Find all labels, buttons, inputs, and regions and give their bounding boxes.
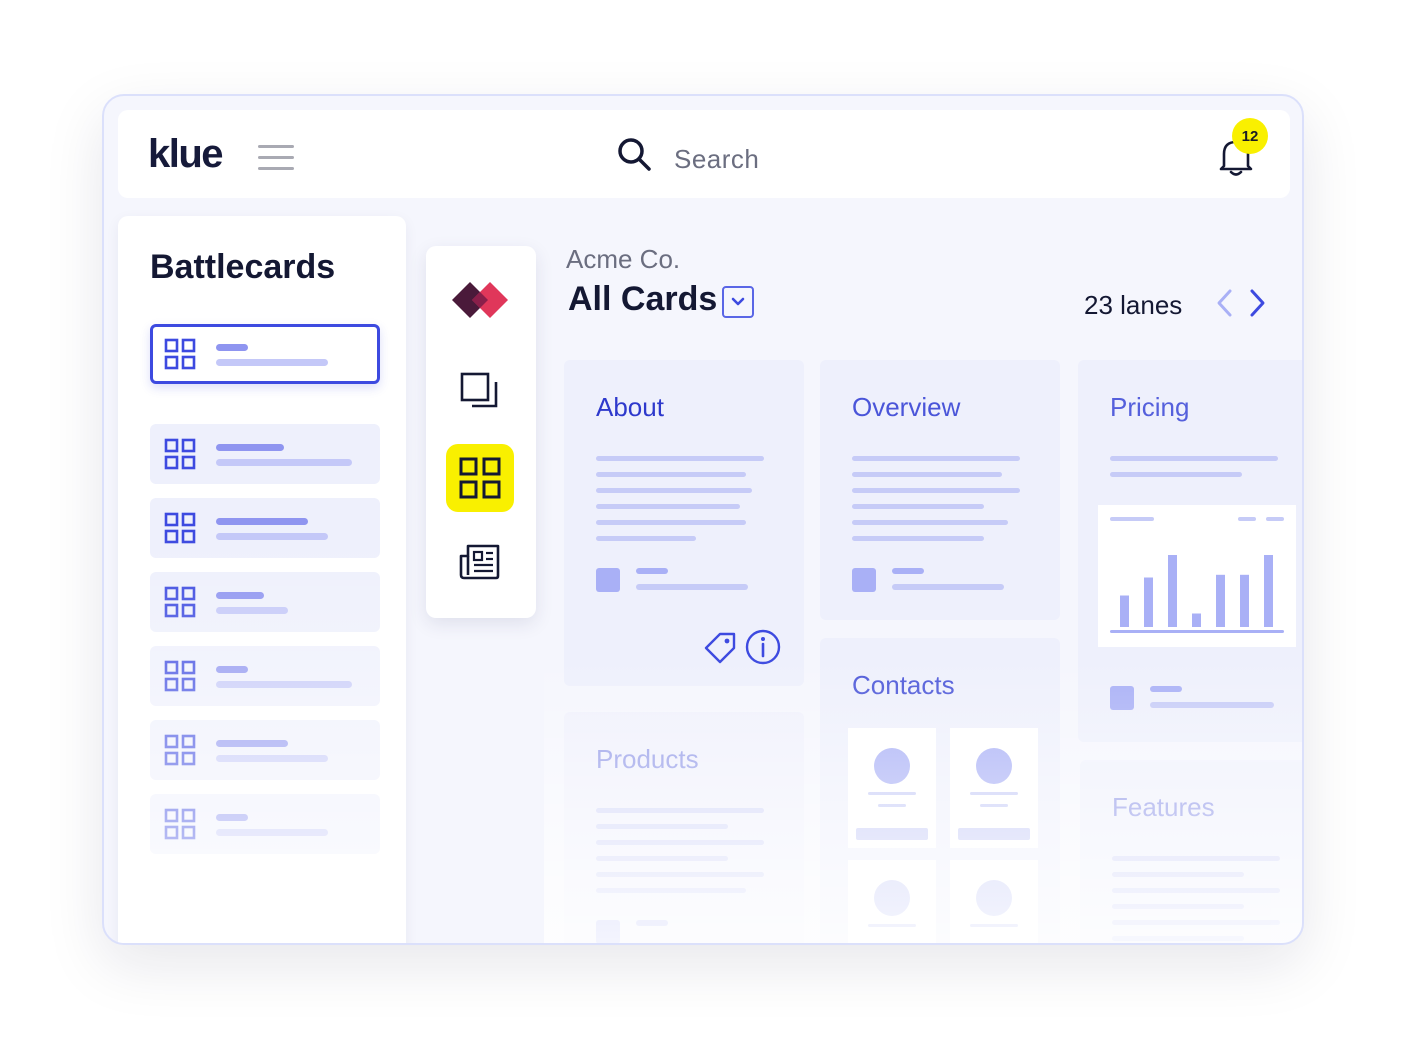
contact-tile[interactable]: [848, 728, 936, 848]
avatar: [874, 880, 910, 916]
card-title: Overview: [852, 392, 961, 422]
tool-rail: [426, 246, 536, 618]
card-title: About: [596, 392, 664, 422]
lanes-count: 23 lanes: [1084, 290, 1183, 320]
competitor-logo-icon: [452, 282, 508, 318]
tool-copy[interactable]: [446, 358, 514, 426]
company-name: Acme Co.: [566, 244, 681, 274]
sidebar-item[interactable]: [150, 794, 380, 854]
chart-bar: [1264, 555, 1273, 627]
grid-icon: [164, 338, 196, 370]
tag-icon[interactable]: [702, 630, 738, 666]
info-icon[interactable]: [744, 628, 782, 666]
card-title: Products: [596, 744, 699, 774]
chart-bar: [1168, 555, 1177, 627]
grid-icon: [164, 512, 196, 544]
chart-bar: [1192, 613, 1201, 627]
contact-tile[interactable]: [950, 860, 1038, 943]
chevron-down-icon: [731, 297, 745, 306]
top-bar: klue Search 12: [118, 110, 1290, 198]
klue-logo[interactable]: klue: [148, 132, 224, 177]
chevron-right-icon[interactable]: [1246, 288, 1268, 318]
sidebar-item[interactable]: [150, 498, 380, 558]
card-products[interactable]: Products: [564, 712, 804, 943]
avatar: [976, 748, 1012, 784]
grid-icon: [164, 660, 196, 692]
battlecards-sidebar: Battlecards: [118, 216, 406, 943]
card-title: Contacts: [852, 670, 955, 700]
card-title: Pricing: [1110, 392, 1190, 422]
notification-badge: 12: [1232, 118, 1268, 154]
pricing-chart: [1098, 505, 1296, 647]
copy-icon: [460, 372, 498, 408]
tool-competitor-logo[interactable]: [446, 266, 514, 334]
sidebar-title: Battlecards: [150, 248, 336, 286]
sidebar-item[interactable]: [150, 720, 380, 780]
grid-icon: [164, 734, 196, 766]
chevron-left-icon[interactable]: [1214, 288, 1236, 318]
chart-bar: [1144, 577, 1153, 627]
card-overview[interactable]: Overview: [820, 360, 1060, 620]
grid-icon: [164, 808, 196, 840]
search-icon[interactable]: [616, 136, 652, 172]
sidebar-item[interactable]: [150, 424, 380, 484]
pricing-chart-svg: [1110, 517, 1284, 633]
card-about[interactable]: About: [564, 360, 804, 686]
grid-icon: [459, 457, 501, 499]
sidebar-item[interactable]: [150, 324, 380, 384]
chart-bar: [1120, 595, 1129, 627]
app-window: klue Search 12 Battlecards Acme Co. All …: [102, 94, 1304, 945]
grid-icon: [164, 586, 196, 618]
view-title: All Cards: [568, 280, 718, 318]
chart-bar: [1240, 574, 1249, 627]
contact-tile[interactable]: [950, 728, 1038, 848]
view-dropdown[interactable]: [722, 286, 754, 318]
contact-tile[interactable]: [848, 860, 936, 943]
menu-icon[interactable]: [258, 145, 294, 171]
grid-icon: [164, 438, 196, 470]
card-pricing[interactable]: Pricing: [1078, 360, 1302, 742]
card-features[interactable]: Features: [1080, 760, 1302, 943]
sidebar-item[interactable]: [150, 572, 380, 632]
avatar: [874, 748, 910, 784]
card-title: Features: [1112, 792, 1215, 822]
newspaper-icon: [459, 544, 500, 580]
avatar: [976, 880, 1012, 916]
tool-newspaper[interactable]: [446, 528, 514, 596]
card-contacts[interactable]: Contacts: [820, 638, 1060, 943]
search-input[interactable]: Search: [674, 144, 759, 175]
tool-grid[interactable]: [446, 444, 514, 512]
sidebar-item[interactable]: [150, 646, 380, 706]
chart-bar: [1216, 574, 1225, 627]
